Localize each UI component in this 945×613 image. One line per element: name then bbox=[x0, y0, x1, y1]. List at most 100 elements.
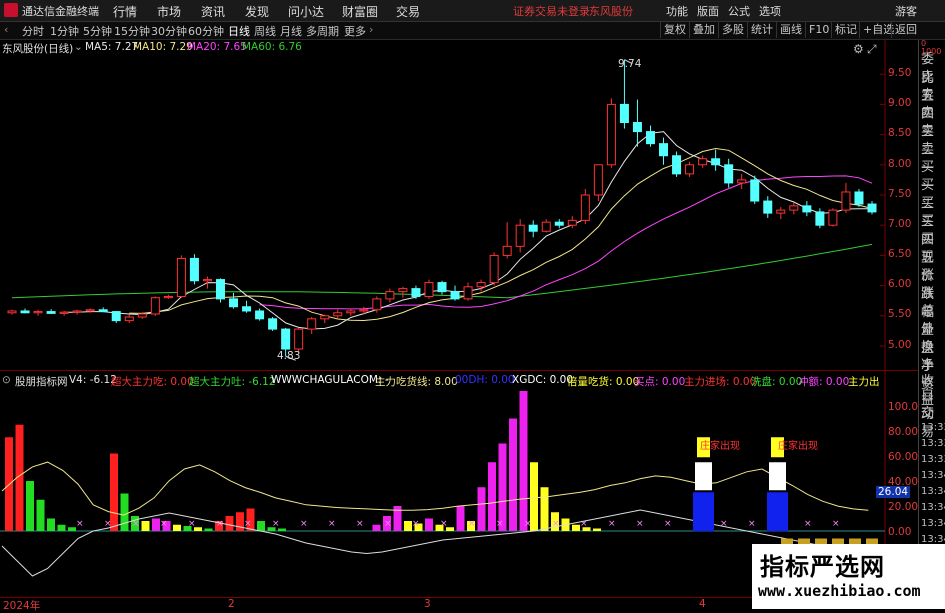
period-tab-1min[interactable]: 1分钟 bbox=[50, 23, 79, 39]
menu-function[interactable]: 功能 bbox=[666, 3, 688, 19]
indicator-bar bbox=[120, 493, 129, 531]
indicator-bar bbox=[152, 518, 160, 531]
candlestick-chart[interactable] bbox=[0, 40, 918, 370]
menu-market[interactable]: 市场 bbox=[157, 3, 181, 20]
candle-body bbox=[619, 103, 629, 124]
ind-super-sell: 超大主力吐: -6.12 bbox=[189, 376, 276, 388]
menu-discover[interactable]: 发现 bbox=[245, 3, 269, 20]
menu-ask[interactable]: 问小达 bbox=[288, 3, 324, 20]
chart-settings-gear-icon[interactable]: ⚙ bbox=[853, 42, 864, 56]
period-tab-daily[interactable]: 日线 bbox=[228, 23, 250, 39]
indicator-bar bbox=[204, 528, 213, 531]
period-tab-more[interactable]: 更多 bbox=[344, 23, 366, 39]
period-tab-weekly[interactable]: 周线 bbox=[254, 23, 276, 39]
ma-dropdown-icon[interactable]: ⌄ bbox=[74, 41, 83, 53]
btn-back[interactable]: 返回 bbox=[891, 22, 920, 38]
app-logo-icon bbox=[4, 3, 18, 17]
side-item-trade[interactable]: 交易 bbox=[921, 402, 945, 440]
candle-body bbox=[867, 203, 877, 213]
title-bar: 通达信金融终端 行情 市场 资讯 发现 问小达 财富圈 交易 证券交易未登录 东… bbox=[0, 0, 945, 22]
dealer-column-base bbox=[767, 492, 788, 532]
btn-stats[interactable]: 统计 bbox=[747, 22, 776, 38]
candle-body bbox=[294, 328, 304, 350]
indicator-value-badge: 26.04 bbox=[876, 486, 911, 498]
price-axis: 9.50 9.00 8.50 8.00 7.50 7.00 6.50 6.00 … bbox=[888, 40, 918, 370]
more-chevron-icon[interactable]: › bbox=[369, 23, 373, 36]
candle-body bbox=[242, 306, 252, 312]
login-status[interactable]: 证券交易未登录 bbox=[513, 3, 590, 19]
indicator-bar bbox=[509, 418, 517, 531]
chart-maximize-icon[interactable]: ⤢ bbox=[867, 42, 877, 57]
signal-x-marker: × bbox=[524, 519, 532, 529]
candle-body bbox=[320, 315, 330, 320]
candle-body bbox=[255, 310, 265, 320]
candle-body bbox=[398, 288, 408, 293]
signal-x-marker: × bbox=[384, 519, 392, 529]
signal-x-marker: × bbox=[748, 519, 756, 529]
menu-wealth[interactable]: 财富圈 bbox=[342, 3, 378, 20]
btn-draw[interactable]: 画线 bbox=[776, 22, 805, 38]
indicator-bar bbox=[593, 528, 601, 531]
signal-x-marker: × bbox=[608, 519, 616, 529]
period-tab-monthly[interactable]: 月线 bbox=[280, 23, 302, 39]
btn-overlay[interactable]: 叠加 bbox=[689, 22, 718, 38]
price-tick: 9.00 bbox=[888, 97, 912, 109]
ind-00dh: 00DH: 0.00 bbox=[455, 374, 515, 386]
indicator-bar bbox=[456, 506, 465, 531]
period-tab-timeshare[interactable]: 分时 bbox=[22, 23, 44, 39]
indicator-menu-icon[interactable]: ⊙ bbox=[2, 374, 11, 386]
dealer-appear-label: 庄家出现 bbox=[700, 441, 740, 452]
date-tick: 4 bbox=[699, 598, 706, 610]
period-tab-5min[interactable]: 5分钟 bbox=[83, 23, 112, 39]
menu-news[interactable]: 资讯 bbox=[201, 3, 225, 20]
candle-body bbox=[85, 309, 95, 312]
menu-formula[interactable]: 公式 bbox=[728, 3, 750, 19]
indicator-name[interactable]: 股朋指标网 bbox=[15, 374, 68, 388]
candle-body bbox=[841, 191, 851, 211]
menu-trade[interactable]: 交易 bbox=[396, 3, 420, 20]
main-line bbox=[1, 461, 869, 516]
signal-x-marker: × bbox=[300, 519, 308, 529]
indicator-bar bbox=[57, 524, 66, 531]
candle-body bbox=[437, 282, 447, 293]
candle-body bbox=[685, 164, 695, 175]
indicator-bar bbox=[225, 516, 234, 531]
candle-body bbox=[854, 191, 864, 205]
indicator-bar bbox=[141, 521, 150, 531]
dealer-column-mid bbox=[769, 462, 786, 491]
toolbar-left-arrow-icon[interactable]: ‹ bbox=[4, 23, 8, 36]
candle-body bbox=[489, 254, 499, 284]
guest-account[interactable]: 游客 bbox=[895, 3, 917, 19]
menu-quotes[interactable]: 行情 bbox=[113, 3, 137, 20]
candle-body bbox=[333, 312, 343, 317]
tick-time: 13:34 bbox=[921, 470, 945, 481]
signal-x-marker: × bbox=[720, 519, 728, 529]
ind-double-vol: 倍量吃货: 0.00 bbox=[567, 376, 640, 388]
menu-options[interactable]: 选项 bbox=[759, 3, 781, 19]
period-tab-30min[interactable]: 30分钟 bbox=[151, 23, 187, 39]
ind-main-enter: 主力进场: 0.00 bbox=[684, 376, 757, 388]
btn-f10[interactable]: F10 bbox=[805, 22, 832, 38]
period-tab-15min[interactable]: 15分钟 bbox=[114, 23, 150, 39]
period-tab-60min[interactable]: 60分钟 bbox=[188, 23, 224, 39]
tick-time: 13:34 bbox=[921, 486, 945, 497]
ind-v4: V4: -6.12 bbox=[69, 374, 117, 386]
menu-layout[interactable]: 版面 bbox=[697, 3, 719, 19]
btn-mark[interactable]: 标记 bbox=[831, 22, 860, 38]
candle-body bbox=[567, 219, 577, 226]
ma10-label: MA10: 7.29 bbox=[133, 41, 193, 53]
indicator-bar bbox=[477, 487, 486, 531]
signal-x-marker: × bbox=[440, 519, 448, 529]
indicator-bar bbox=[257, 521, 265, 531]
period-tab-multi[interactable]: 多周期 bbox=[306, 23, 339, 39]
candle-body bbox=[268, 318, 278, 330]
btn-adjust[interactable]: 复权 bbox=[660, 22, 689, 38]
candle-body bbox=[372, 298, 382, 311]
dealer-column-base bbox=[693, 492, 714, 532]
indicator-bar bbox=[498, 443, 507, 531]
ma10-line bbox=[129, 147, 873, 322]
btn-multi-stock[interactable]: 多股 bbox=[718, 22, 747, 38]
candle-body bbox=[632, 122, 642, 133]
candle-body bbox=[7, 310, 17, 314]
candle-body bbox=[98, 309, 108, 313]
